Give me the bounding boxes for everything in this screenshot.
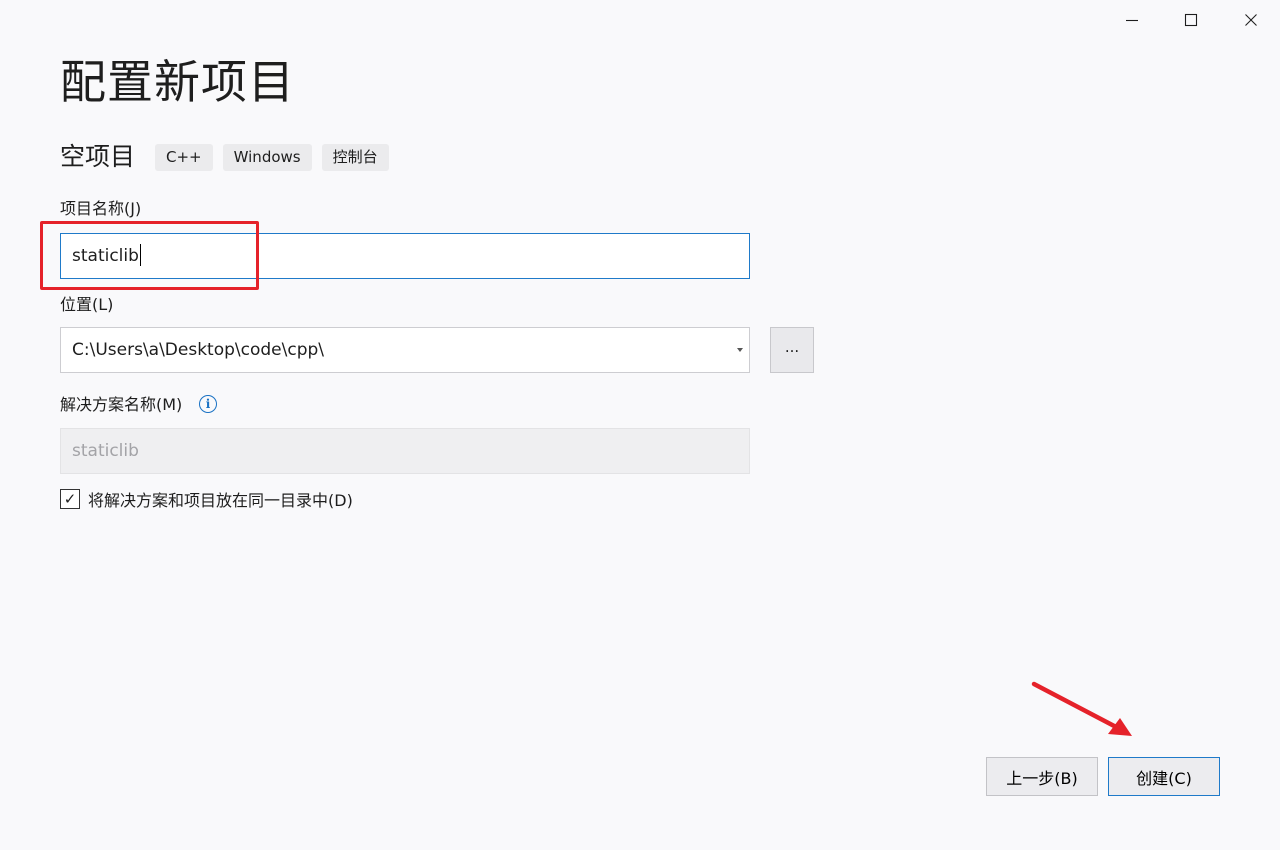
template-info: 空项目 C++ Windows 控制台 (60, 140, 399, 174)
tag-console: 控制台 (321, 143, 389, 171)
info-icon[interactable]: i (199, 395, 217, 413)
dropdown-arrow-icon[interactable] (737, 348, 743, 352)
browse-button[interactable]: ... (770, 327, 814, 373)
location-label: 位置(L) (60, 295, 114, 314)
tag-cpp: C++ (155, 143, 213, 171)
project-name-label: 项目名称(J) (60, 199, 142, 218)
tag-windows: Windows (222, 143, 312, 171)
minimize-icon[interactable] (1117, 6, 1147, 34)
project-name-value: staticlib (72, 246, 139, 266)
solution-name-input: staticlib (60, 428, 750, 474)
text-caret (139, 243, 141, 266)
create-button[interactable]: 创建(C) (1108, 757, 1220, 796)
solution-name-label: 解决方案名称(M) (60, 395, 183, 414)
close-icon[interactable] (1236, 6, 1266, 34)
same-directory-label[interactable]: 将解决方案和项目放在同一目录中(D) (88, 490, 353, 512)
solution-name-value: staticlib (72, 441, 139, 461)
same-directory-checkbox[interactable]: ✓ (60, 489, 80, 509)
location-value: C:\Users\a\Desktop\code\cpp\ (72, 340, 325, 360)
location-combobox[interactable]: C:\Users\a\Desktop\code\cpp\ (60, 327, 750, 373)
template-name: 空项目 (60, 142, 136, 171)
annotation-arrow-icon (1031, 681, 1132, 736)
back-button[interactable]: 上一步(B) (986, 757, 1098, 796)
page-title: 配置新项目 (60, 55, 295, 109)
maximize-icon[interactable] (1176, 6, 1206, 34)
project-name-input[interactable]: staticlib (60, 233, 750, 279)
